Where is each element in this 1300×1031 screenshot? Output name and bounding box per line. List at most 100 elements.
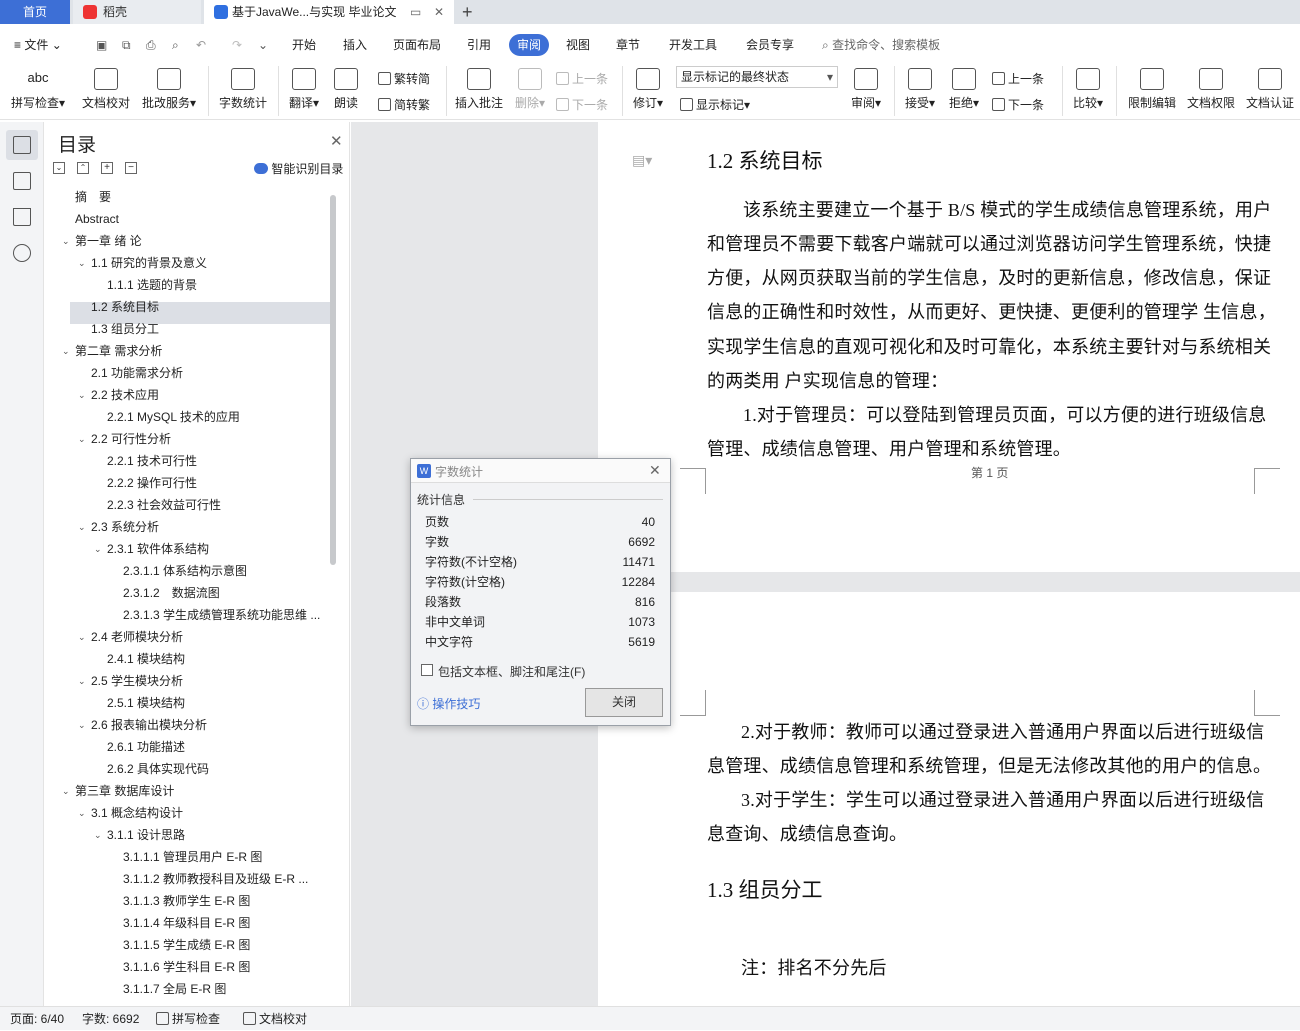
doc-cert-button[interactable]: 文档认证 — [1242, 68, 1298, 111]
dialog-titlebar[interactable]: W 字数统计 ✕ — [411, 459, 670, 483]
toc-item[interactable]: 2.2.1 MySQL 技术的应用 — [107, 406, 240, 428]
restrict-edit-button[interactable]: 限制编辑 — [1124, 68, 1180, 111]
translate-button[interactable]: 翻译▾ — [284, 68, 324, 111]
toc-item[interactable]: 3.1.1 设计思路 — [107, 824, 185, 846]
search-icon[interactable] — [13, 244, 31, 262]
reject-button[interactable]: 拒绝▾ — [944, 68, 984, 111]
word-count-indicator[interactable]: 字数: 6692 — [82, 1007, 139, 1031]
delete-comment-button[interactable]: 删除▾ — [510, 68, 550, 111]
toc-item[interactable]: 3.1.1.2 教师教授科目及班级 E-R ... — [123, 868, 308, 890]
tips-link[interactable]: ⓘ 操作技巧 — [417, 695, 480, 712]
menu-layout[interactable]: 页面布局 — [393, 34, 441, 56]
remove-heading-icon[interactable]: − — [125, 162, 137, 174]
next-comment-button[interactable]: 下一条 — [556, 96, 608, 113]
insert-comment-button[interactable]: 插入批注 — [452, 68, 506, 111]
spellcheck-button[interactable]: abc 拼写检查▾ — [8, 68, 68, 111]
toc-item[interactable]: 第三章 数据库设计 — [75, 780, 174, 802]
tab-document[interactable]: 基于JavaWe...与实现 毕业论文 ▭ ✕ — [204, 0, 454, 24]
proofread-status[interactable]: 文档校对 — [243, 1007, 307, 1031]
toc-item[interactable]: 3.1.1.7 全局 E-R 图 — [123, 978, 226, 1000]
page-doc-icon[interactable]: ▤▾ — [632, 152, 652, 169]
toc-scrollbar[interactable] — [330, 195, 336, 565]
expand-toggle-icon[interactable]: ⌄ — [94, 544, 102, 555]
toc-item[interactable]: 2.3.1.3 学生成绩管理系统功能思维 ... — [123, 604, 320, 626]
toc-item[interactable]: 摘 要 — [75, 186, 111, 208]
toc-item[interactable]: 第二章 需求分析 — [75, 340, 162, 362]
prev-comment-button[interactable]: 上一条 — [556, 70, 608, 87]
include-textbox-checkbox[interactable] — [421, 664, 433, 676]
expand-toggle-icon[interactable]: ⌄ — [78, 676, 86, 687]
expand-toggle-icon[interactable]: ⌄ — [78, 390, 86, 401]
toc-item[interactable]: 2.6.1 功能描述 — [107, 736, 185, 758]
toc-item[interactable]: 2.2 可行性分析 — [91, 428, 171, 450]
toc-item[interactable]: Abstract — [75, 208, 119, 230]
toc-item[interactable]: 3.1.1.4 年级科目 E-R 图 — [123, 912, 250, 934]
menu-view[interactable]: 视图 — [566, 34, 590, 56]
bookmark-icon[interactable] — [13, 208, 31, 226]
expand-toggle-icon[interactable]: ⌄ — [62, 786, 70, 797]
undo-icon[interactable]: ↶ — [196, 34, 206, 56]
page-indicator[interactable]: 页面: 6/40 — [10, 1007, 64, 1031]
screen-icon[interactable]: ▭ — [410, 0, 421, 24]
toc-item[interactable]: 2.4.1 模块结构 — [107, 648, 185, 670]
toc-item[interactable]: 1.2 系统目标 — [91, 296, 159, 318]
toc-item[interactable]: 2.5 学生模块分析 — [91, 670, 183, 692]
menu-reference[interactable]: 引用 — [467, 34, 491, 56]
toc-item[interactable]: 2.5.1 模块结构 — [107, 692, 185, 714]
smart-toc-button[interactable]: 智能识别目录 — [254, 160, 343, 177]
show-markup-button[interactable]: 显示标记▾ — [680, 96, 750, 113]
toc-panel-icon[interactable] — [13, 136, 31, 154]
chapter-panel-icon[interactable] — [13, 172, 31, 190]
collapse-all-icon[interactable]: ⌄ — [53, 162, 65, 174]
export-icon[interactable]: ⧉ — [122, 34, 131, 56]
spellcheck-status[interactable]: 拼写检查 — [156, 1007, 220, 1031]
toc-item[interactable]: 1.3 组员分工 — [91, 318, 159, 340]
toc-item[interactable]: 2.2.1 技术可行性 — [107, 450, 197, 472]
expand-toggle-icon[interactable]: ⌄ — [78, 632, 86, 643]
toc-item[interactable]: 3.1.1.5 学生成绩 E-R 图 — [123, 934, 250, 956]
menu-start[interactable]: 开始 — [292, 34, 316, 56]
toc-item[interactable]: 1.1 研究的背景及意义 — [91, 252, 207, 274]
toc-item[interactable]: 2.6.2 具体实现代码 — [107, 758, 209, 780]
menu-review[interactable]: 审阅 — [509, 34, 550, 56]
tab-daoke[interactable]: 稻壳 — [73, 0, 201, 24]
save-icon[interactable]: ▣ — [96, 34, 107, 56]
quickbar-dropdown-icon[interactable]: ⌄ — [258, 34, 268, 56]
review-button[interactable]: 审阅▾ — [846, 68, 886, 111]
toc-item[interactable]: 3.1 概念结构设计 — [91, 802, 183, 824]
print-icon[interactable]: ⎙ — [146, 34, 156, 56]
redo-icon[interactable]: ↷ — [232, 34, 242, 56]
toc-item[interactable]: 2.3.1.1 体系结构示意图 — [123, 560, 247, 582]
expand-toggle-icon[interactable]: ⌄ — [78, 808, 86, 819]
close-button[interactable]: 关闭 — [585, 688, 663, 717]
new-tab-icon[interactable]: + — [462, 0, 482, 24]
toc-item[interactable]: 3.1.1.6 学生科目 E-R 图 — [123, 956, 250, 978]
compare-button[interactable]: 比较▾ — [1068, 68, 1108, 111]
prev-change-button[interactable]: 上一条 — [992, 70, 1044, 87]
to-traditional-button[interactable]: 繁转简 — [378, 70, 430, 87]
file-menu[interactable]: ≡ 文件 ⌄ — [14, 34, 62, 56]
expand-up-icon[interactable]: ⌃ — [77, 162, 89, 174]
expand-toggle-icon[interactable]: ⌄ — [78, 522, 86, 533]
toc-item[interactable]: 2.2.2 操作可行性 — [107, 472, 197, 494]
expand-toggle-icon[interactable]: ⌄ — [78, 720, 86, 731]
close-icon[interactable]: ✕ — [330, 132, 343, 150]
toc-item[interactable]: 2.3.1 软件体系结构 — [107, 538, 209, 560]
accept-button[interactable]: 接受▾ — [900, 68, 940, 111]
to-simplified-button[interactable]: 简转繁 — [378, 96, 430, 113]
batch-service-button[interactable]: 批改服务▾ — [138, 68, 200, 111]
command-search[interactable]: ⌕ 查找命令、搜索模板 — [822, 34, 940, 56]
toc-item[interactable]: 3.1.1.3 教师学生 E-R 图 — [123, 890, 250, 912]
menu-member[interactable]: 会员专享 — [746, 34, 794, 56]
toc-item[interactable]: 2.3.1.2 数据流图 — [123, 582, 220, 604]
expand-toggle-icon[interactable]: ⌄ — [78, 434, 86, 445]
menu-insert[interactable]: 插入 — [343, 34, 367, 56]
toc-item[interactable]: 2.1 功能需求分析 — [91, 362, 183, 384]
proofread-button[interactable]: 文档校对 — [78, 68, 134, 111]
expand-toggle-icon[interactable]: ⌄ — [62, 346, 70, 357]
toc-item[interactable]: 2.2 技术应用 — [91, 384, 159, 406]
close-tab-icon[interactable]: ✕ — [434, 0, 444, 24]
close-icon[interactable]: ✕ — [649, 462, 661, 479]
toc-item[interactable]: 2.3 系统分析 — [91, 516, 159, 538]
add-heading-icon[interactable]: + — [101, 162, 113, 174]
